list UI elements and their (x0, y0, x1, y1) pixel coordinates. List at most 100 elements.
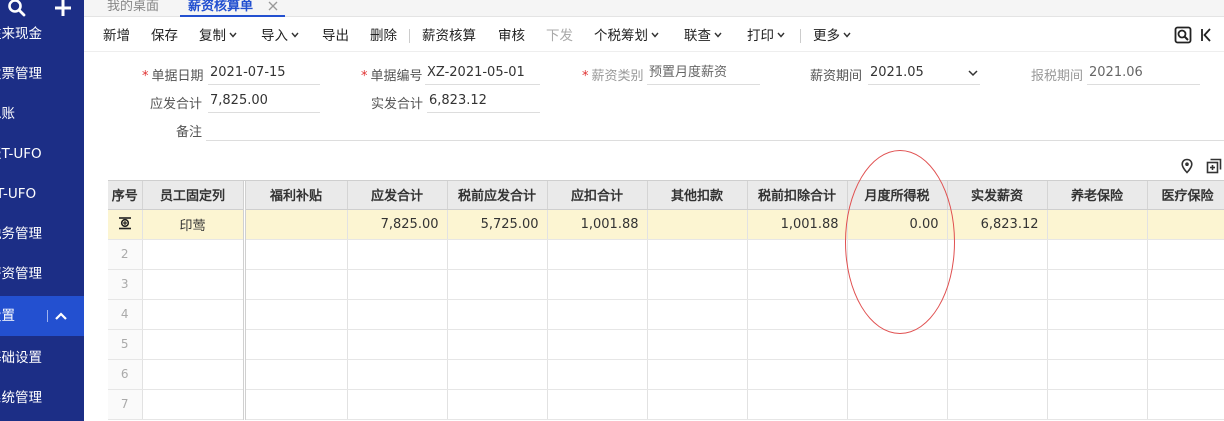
welfare-cell[interactable] (244, 209, 348, 240)
empty-cell[interactable] (244, 329, 348, 360)
table-row[interactable]: 印莺 7,825.00 5,725.00 1,001.88 1,001.88 0… (108, 209, 1224, 240)
employee-cell[interactable]: 印莺 (142, 209, 246, 240)
sidebar-item-cash[interactable]: 往来现金 (0, 14, 84, 54)
empty-cell[interactable] (747, 389, 848, 420)
print-button[interactable]: 打印 (747, 27, 785, 45)
empty-cell[interactable] (1047, 299, 1148, 330)
empty-cell[interactable] (1047, 329, 1148, 360)
empty-cell[interactable] (447, 359, 548, 390)
sidebar-item-basic-settings[interactable]: 基础设置 (0, 338, 84, 378)
col-header[interactable]: 月度所得税 (847, 181, 948, 210)
sidebar-item-invoice[interactable]: 发票管理 (0, 54, 84, 94)
empty-cell[interactable] (1147, 329, 1224, 360)
import-button[interactable]: 导入 (261, 27, 299, 45)
empty-cell[interactable] (747, 239, 848, 270)
empty-cell[interactable] (142, 299, 246, 330)
col-header[interactable]: 员工固定列 (142, 181, 246, 210)
monthly-tax-cell[interactable]: 0.00 (847, 209, 948, 240)
pension-cell[interactable] (1047, 209, 1148, 240)
empty-cell[interactable] (947, 239, 1048, 270)
empty-cell[interactable] (244, 239, 348, 270)
copy-button[interactable]: 复制 (199, 27, 237, 45)
col-header[interactable]: 医疗保险 (1147, 181, 1224, 210)
empty-cell[interactable] (447, 239, 548, 270)
empty-cell[interactable] (947, 389, 1048, 420)
empty-cell[interactable] (547, 269, 648, 300)
empty-cell[interactable] (847, 389, 948, 420)
row-insert-icon[interactable] (118, 216, 132, 230)
save-button[interactable]: 保存 (151, 27, 178, 45)
empty-cell[interactable] (1047, 389, 1148, 420)
empty-cell[interactable] (142, 239, 246, 270)
col-header[interactable]: 应发合计 (347, 181, 448, 210)
other-deduct-cell[interactable] (647, 209, 748, 240)
column-settings-icon[interactable] (1206, 158, 1222, 174)
empty-cell[interactable] (244, 389, 348, 420)
table-row[interactable]: 2 (108, 239, 1224, 270)
sidebar-item-salary[interactable]: 薪资管理 (0, 254, 84, 294)
period-select[interactable]: 2021.05 (868, 63, 980, 85)
empty-cell[interactable] (847, 239, 948, 270)
empty-cell[interactable] (647, 329, 748, 360)
deduct-cell[interactable]: 1,001.88 (547, 209, 648, 240)
empty-cell[interactable] (1047, 359, 1148, 390)
export-button[interactable]: 导出 (322, 27, 349, 45)
empty-cell[interactable] (347, 329, 448, 360)
empty-cell[interactable] (447, 299, 548, 330)
empty-cell[interactable] (447, 269, 548, 300)
net-salary-cell[interactable]: 6,823.12 (947, 209, 1048, 240)
empty-cell[interactable] (847, 359, 948, 390)
empty-cell[interactable] (142, 329, 246, 360)
empty-cell[interactable] (1147, 299, 1224, 330)
chevron-up-icon[interactable] (54, 309, 68, 323)
collapse-icon[interactable] (1200, 26, 1212, 44)
empty-cell[interactable] (142, 359, 246, 390)
col-header[interactable]: 养老保险 (1047, 181, 1148, 210)
empty-cell[interactable] (1147, 239, 1224, 270)
empty-cell[interactable] (347, 299, 448, 330)
remark-input[interactable] (206, 119, 1224, 141)
empty-cell[interactable] (647, 359, 748, 390)
delete-button[interactable]: 删除 (370, 27, 397, 45)
tax-plan-button[interactable]: 个税筹划 (594, 27, 659, 45)
empty-cell[interactable] (347, 239, 448, 270)
empty-cell[interactable] (347, 269, 448, 300)
empty-cell[interactable] (1147, 359, 1224, 390)
empty-cell[interactable] (447, 329, 548, 360)
medical-cell[interactable] (1147, 209, 1224, 240)
empty-cell[interactable] (647, 299, 748, 330)
col-header[interactable]: 税前应发合计 (447, 181, 548, 210)
empty-cell[interactable] (244, 299, 348, 330)
sidebar-item-report-ufo[interactable]: 报T-UFO (0, 134, 84, 174)
audit-button[interactable]: 审核 (498, 27, 525, 45)
empty-cell[interactable] (847, 329, 948, 360)
empty-cell[interactable] (747, 359, 848, 390)
empty-cell[interactable] (1047, 239, 1148, 270)
col-header[interactable]: 其他扣款 (647, 181, 748, 210)
empty-cell[interactable] (847, 299, 948, 330)
pretax-deduct-cell[interactable]: 1,001.88 (747, 209, 848, 240)
empty-cell[interactable] (947, 329, 1048, 360)
table-row[interactable]: 6 (108, 359, 1224, 390)
col-header[interactable]: 实发薪资 (947, 181, 1048, 210)
empty-cell[interactable] (647, 239, 748, 270)
empty-cell[interactable] (647, 389, 748, 420)
empty-cell[interactable] (1147, 269, 1224, 300)
preview-search-icon[interactable] (1174, 26, 1192, 44)
empty-cell[interactable] (1047, 269, 1148, 300)
sidebar-item-t-ufo[interactable]: T-UFO (0, 174, 84, 214)
gross-cell[interactable]: 7,825.00 (347, 209, 448, 240)
tab-home[interactable]: 我的桌面 (107, 0, 159, 17)
new-button[interactable]: 新增 (103, 27, 130, 45)
salary-calc-button[interactable]: 薪资核算 (422, 27, 476, 45)
empty-cell[interactable] (1147, 389, 1224, 420)
sidebar-item-settings[interactable]: 设置 (0, 296, 84, 336)
empty-cell[interactable] (244, 359, 348, 390)
empty-cell[interactable] (847, 269, 948, 300)
empty-cell[interactable] (347, 359, 448, 390)
empty-cell[interactable] (947, 269, 1048, 300)
empty-cell[interactable] (547, 299, 648, 330)
col-header[interactable]: 应扣合计 (547, 181, 648, 210)
code-field[interactable]: XZ-2021-05-01 (425, 63, 540, 85)
table-row[interactable]: 7 (108, 389, 1224, 420)
